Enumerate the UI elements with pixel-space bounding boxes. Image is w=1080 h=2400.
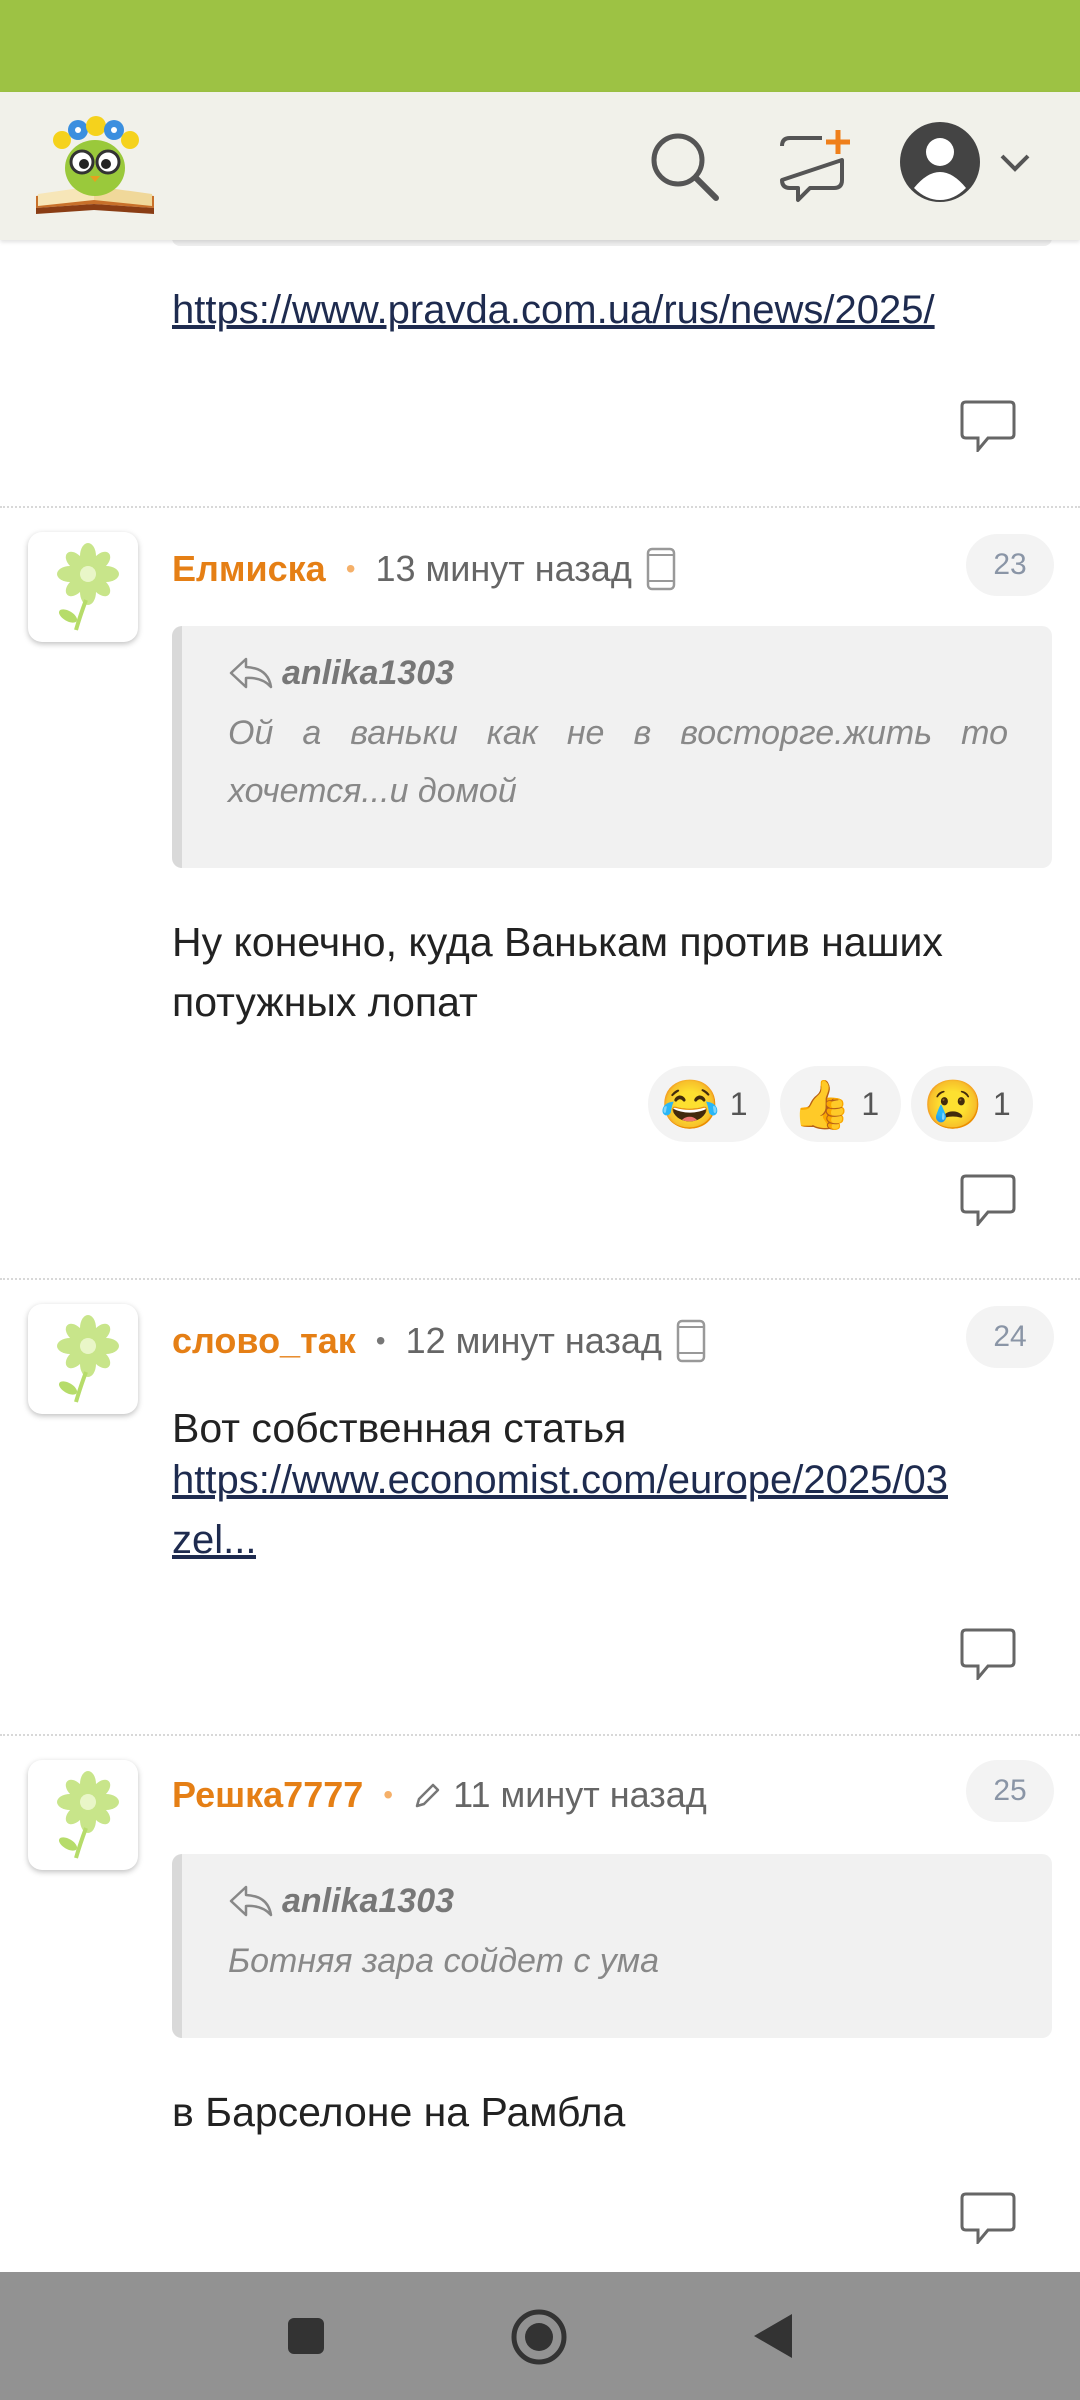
cry-emoji-icon: 😢 [923, 1078, 983, 1132]
quote-text: Ботняя зара сойдет с ума [228, 1942, 660, 1980]
laugh-emoji-icon: 😂 [660, 1078, 720, 1132]
quote-text: Ой а ваньки как не в восторге.жить то хо… [228, 714, 1008, 810]
comment-text: Ну конечно, куда Ванькам против наших по… [172, 919, 943, 1025]
reply-icon[interactable] [958, 2192, 1018, 2244]
system-navigation-bar [0, 2272, 1080, 2400]
reaction-cry[interactable]: 😢 1 [911, 1066, 1033, 1142]
avatar[interactable] [28, 532, 138, 642]
recents-square-icon[interactable] [286, 2316, 326, 2356]
reply-icon[interactable] [958, 400, 1018, 452]
comment-author[interactable]: Решка7777 [172, 1774, 363, 1816]
reply-icon[interactable] [958, 1174, 1018, 1226]
back-triangle-icon[interactable] [752, 2312, 794, 2360]
separator-dot: • [375, 1325, 386, 1356]
comment-text: Вот собственная статья [172, 1405, 627, 1451]
separator-dot: • [345, 553, 356, 584]
reaction-count: 1 [729, 1085, 748, 1122]
separator-dot: • [383, 1779, 394, 1810]
site-logo[interactable] [32, 110, 158, 220]
account-avatar-icon [900, 122, 980, 202]
new-post-icon[interactable] [776, 126, 856, 206]
reply-arrow-icon [229, 1885, 273, 1917]
reply-arrow-icon [229, 657, 273, 689]
flower-avatar-icon [57, 543, 119, 631]
search-icon[interactable] [644, 126, 724, 206]
comment-divider [0, 1734, 1080, 1736]
comment-time: 11 минут назад [453, 1774, 707, 1815]
app-header [0, 92, 1080, 240]
comment-meta: Елмиска • 13 минут назад [172, 544, 676, 594]
pencil-edited-icon [415, 1783, 440, 1808]
thumbs-up-emoji-icon: 👍 [791, 1078, 852, 1132]
comment-author[interactable]: слово_так [172, 1320, 356, 1362]
comment-time: 12 минут назад [405, 1320, 662, 1361]
quote-author[interactable]: anlika1303 [282, 1882, 454, 1921]
comment-number-badge[interactable]: 24 [966, 1306, 1054, 1368]
comment-text: в Барселоне на Рамбла [172, 2089, 626, 2135]
reaction-thumbs-up[interactable]: 👍 1 [779, 1066, 902, 1142]
comment-time: 13 минут назад [375, 548, 632, 589]
quote-author[interactable]: anlika1303 [282, 654, 454, 693]
comment-divider [0, 506, 1080, 508]
account-menu-button[interactable] [898, 120, 1038, 212]
quoted-comment: anlika1303 Ой а ваньки как не в восторге… [172, 626, 1052, 868]
comment-author[interactable]: Елмиска [172, 548, 326, 590]
comment-number-badge[interactable]: 23 [966, 534, 1054, 596]
article-link-continued[interactable]: zel... [172, 1518, 256, 1563]
comment-meta: слово_так • 12 минут назад [172, 1316, 706, 1366]
comment-meta: Решка7777 • 11 минут назад [172, 1770, 707, 1820]
flower-avatar-icon [57, 1315, 119, 1403]
prev-comment-link[interactable]: https://www.pravda.com.ua/rus/news/2025/ [172, 288, 1052, 333]
comment-divider [0, 1278, 1080, 1280]
article-link[interactable]: https://www.economist.com/europe/2025/03 [172, 1458, 1052, 1503]
mobile-device-icon [676, 1319, 706, 1363]
flower-avatar-icon [57, 1771, 119, 1859]
reactions-bar: 😂 1 👍 1 😢 1 [638, 1066, 1033, 1142]
quoted-comment: anlika1303 Ботняя зара сойдет с ума [172, 1854, 1052, 2038]
status-bar [0, 0, 1080, 92]
comment-number-badge[interactable]: 25 [966, 1760, 1054, 1822]
reaction-count: 1 [861, 1085, 880, 1122]
avatar[interactable] [28, 1760, 138, 1870]
reaction-laugh[interactable]: 😂 1 [648, 1066, 770, 1142]
avatar[interactable] [28, 1304, 138, 1414]
home-circle-icon[interactable] [510, 2308, 568, 2366]
mobile-device-icon [646, 547, 676, 591]
reaction-count: 1 [992, 1085, 1011, 1122]
chevron-down-icon [1000, 154, 1030, 172]
reply-icon[interactable] [958, 1628, 1018, 1680]
